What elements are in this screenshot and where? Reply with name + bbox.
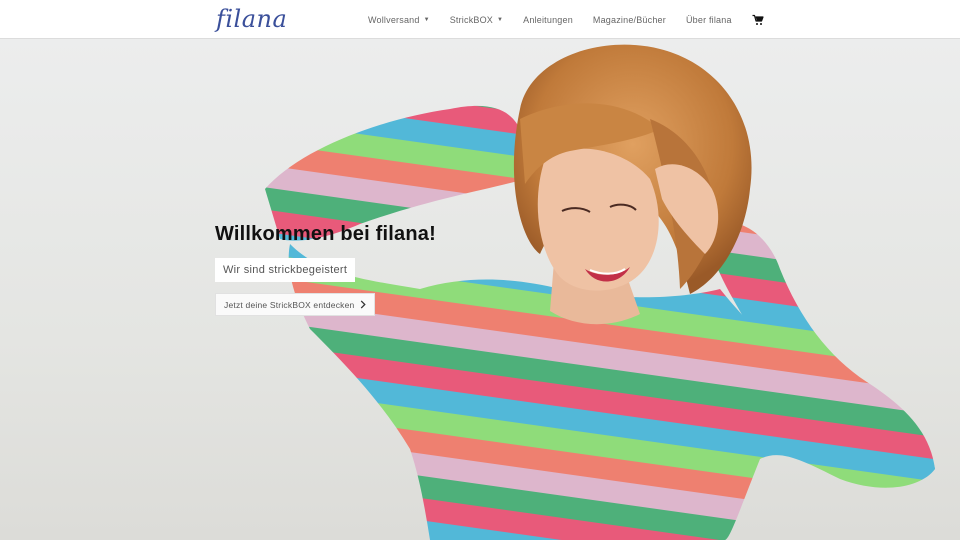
nav-item-label: Über filana	[685, 14, 732, 25]
nav-item-ueber-filana[interactable]: Über filana	[686, 15, 732, 25]
main-navigation: Wollversand ▼ StrickBOX ▼ Anleitungen Ma…	[368, 0, 764, 39]
shopping-cart-icon[interactable]	[752, 14, 764, 26]
hero-title: Willkommen bei filana!	[215, 223, 436, 245]
hero-subtitle: Wir sind strickbegeistert	[215, 258, 356, 282]
chevron-right-icon	[361, 300, 367, 309]
nav-item-label: Magazine/Bücher	[592, 14, 666, 25]
nav-item-strickbox[interactable]: StrickBOX ▼	[450, 15, 503, 25]
caret-down-icon: ▼	[497, 16, 504, 23]
strickbox-cta-button[interactable]: Jetzt deine StrickBOX entdecken	[215, 293, 376, 316]
nav-item-wollversand[interactable]: Wollversand ▼	[368, 15, 430, 25]
hero-photo-woman-striped-sweater	[265, 44, 935, 540]
nav-item-magazine-buecher[interactable]: Magazine/Bücher	[593, 15, 666, 25]
nav-item-label: Anleitungen	[523, 14, 573, 25]
nav-item-label: StrickBOX	[449, 14, 494, 25]
brand-logo[interactable]: filana	[216, 5, 287, 33]
nav-item-label: Wollversand	[368, 14, 420, 25]
caret-down-icon: ▼	[423, 16, 430, 23]
hero-banner: Willkommen bei filana! Wir sind strickbe…	[0, 39, 960, 540]
cta-label: Jetzt deine StrickBOX entdecken	[224, 299, 355, 310]
site-header: filana Wollversand ▼ StrickBOX ▼ Anleitu…	[0, 0, 960, 39]
nav-item-anleitungen[interactable]: Anleitungen	[523, 15, 573, 25]
